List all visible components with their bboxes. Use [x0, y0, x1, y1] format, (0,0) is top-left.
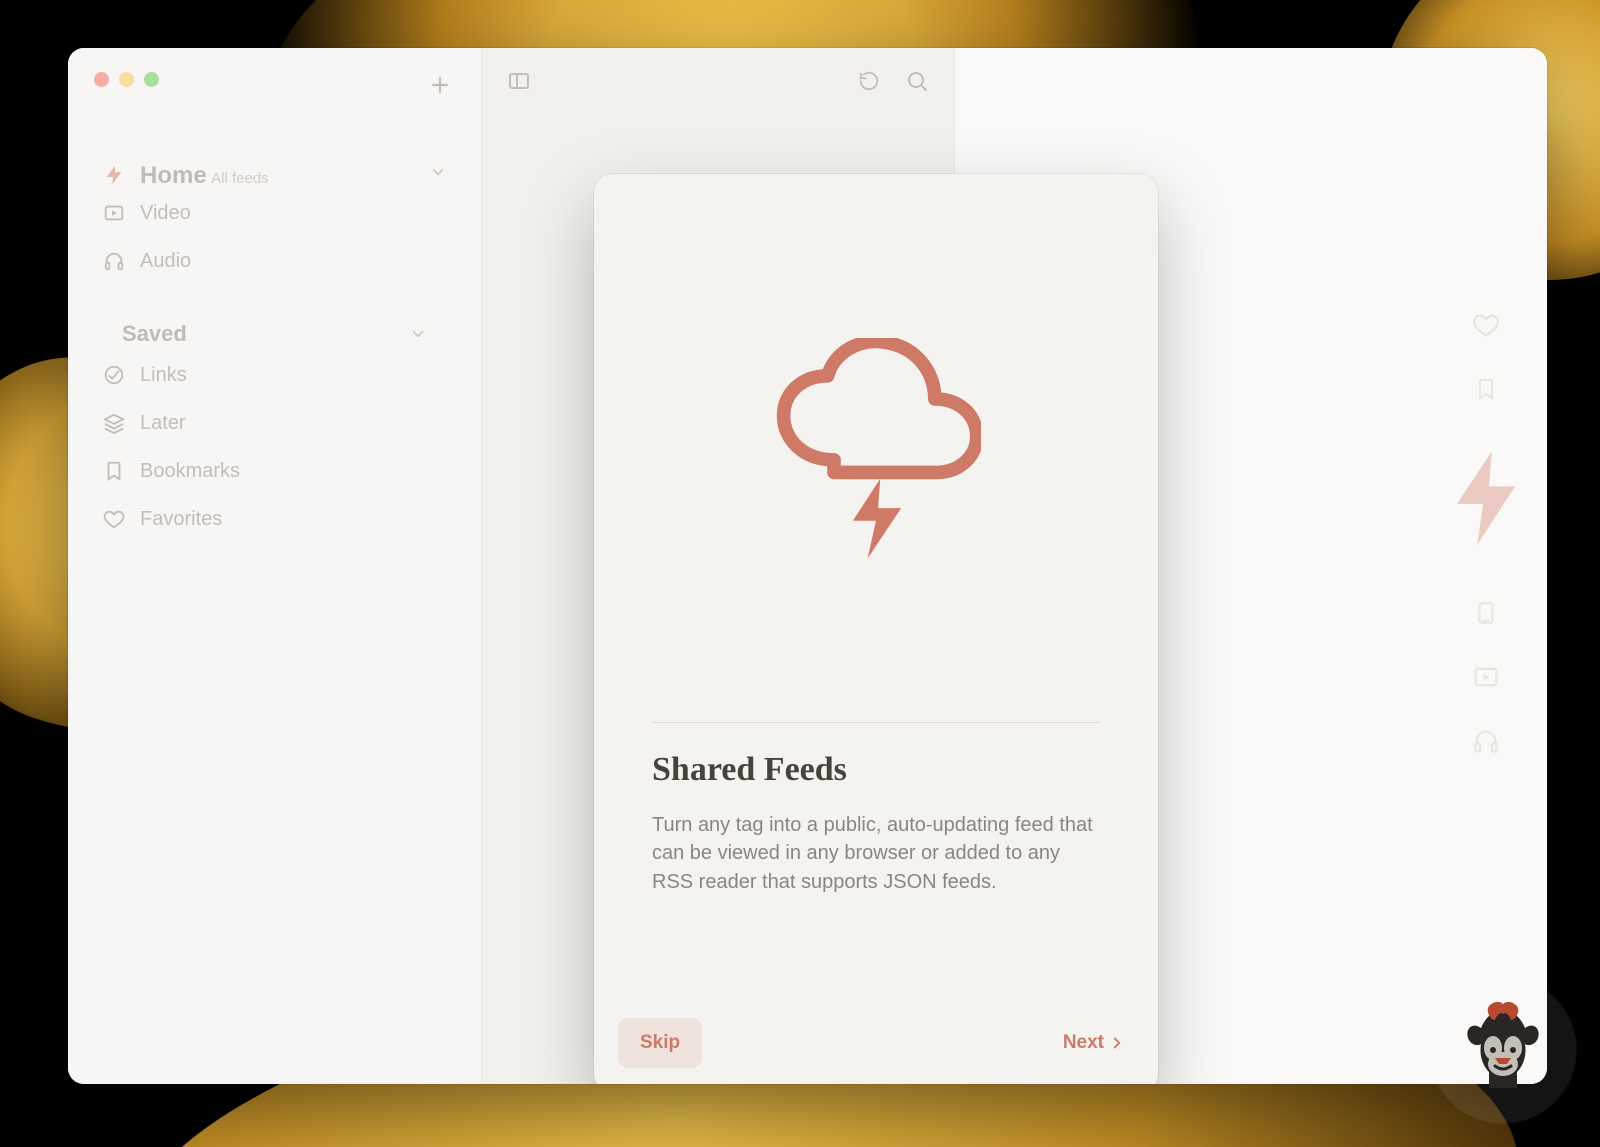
bookmark-icon[interactable] [1471, 374, 1501, 404]
heart-icon [102, 507, 126, 531]
app-window: Home All feeds Video Audio [68, 48, 1547, 1084]
video-icon[interactable] [1471, 662, 1501, 692]
close-window-button[interactable] [94, 72, 109, 87]
sidebar-item-audio[interactable]: Audio [90, 237, 459, 285]
modal-heading: Shared Feeds [652, 751, 1100, 789]
heart-icon[interactable] [1471, 310, 1501, 340]
list-toolbar [482, 66, 954, 96]
toggle-sidebar-button[interactable] [504, 66, 534, 96]
cloud-bolt-icon [771, 338, 981, 559]
sidebar: Home All feeds Video Audio [68, 48, 481, 1084]
home-subtitle: All feeds [211, 170, 269, 187]
chevron-right-icon [1108, 1034, 1126, 1052]
sidebar-item-label: Bookmarks [140, 460, 240, 483]
monkey-icon [1453, 1000, 1553, 1100]
sidebar-item-home[interactable]: Home All feeds [90, 163, 459, 189]
zoom-window-button[interactable] [144, 72, 159, 87]
onboarding-modal: Shared Feeds Turn any tag into a public,… [594, 174, 1158, 1084]
section-title: Saved [122, 321, 187, 347]
sidebar-item-label: Favorites [140, 508, 222, 531]
sidebar-item-video[interactable]: Video [90, 189, 459, 237]
sidebar-item-label: Audio [140, 250, 191, 273]
headphones-icon[interactable] [1471, 726, 1501, 756]
modal-footer: Skip Next [594, 994, 1158, 1084]
bolt-icon[interactable] [1451, 448, 1521, 548]
modal-illustration [594, 174, 1158, 722]
sidebar-item-favorites[interactable]: Favorites [90, 495, 459, 543]
sidebar-item-label: Later [140, 412, 186, 435]
sidebar-item-label: Links [140, 364, 187, 387]
reader-icon[interactable] [1471, 598, 1501, 628]
sidebar-section-saved[interactable]: Saved [90, 285, 459, 351]
content-side-icons [1451, 310, 1521, 756]
home-title: Home [140, 162, 207, 189]
stack-icon [102, 411, 126, 435]
brand-badge [1430, 977, 1576, 1123]
refresh-button[interactable] [854, 66, 884, 96]
modal-body: Shared Feeds Turn any tag into a public,… [594, 723, 1158, 896]
bookmark-icon [102, 459, 126, 483]
next-label: Next [1063, 1032, 1104, 1054]
sidebar-item-links[interactable]: Links [90, 351, 459, 399]
minimize-window-button[interactable] [119, 72, 134, 87]
headphones-icon [102, 249, 126, 273]
sidebar-item-bookmarks[interactable]: Bookmarks [90, 447, 459, 495]
next-button[interactable]: Next [1055, 1018, 1134, 1068]
modal-description: Turn any tag into a public, auto-updatin… [652, 811, 1100, 896]
search-button[interactable] [902, 66, 932, 96]
sidebar-item-label: Video [140, 202, 191, 225]
link-icon [102, 363, 126, 387]
chevron-down-icon [429, 163, 447, 181]
sidebar-item-later[interactable]: Later [90, 399, 459, 447]
chevron-down-icon [409, 325, 427, 343]
skip-button[interactable]: Skip [618, 1018, 702, 1068]
video-icon [102, 201, 126, 225]
add-button[interactable] [423, 68, 457, 102]
sidebar-nav: Home All feeds Video Audio [68, 87, 481, 543]
window-controls [68, 48, 481, 87]
bolt-icon [102, 163, 126, 187]
